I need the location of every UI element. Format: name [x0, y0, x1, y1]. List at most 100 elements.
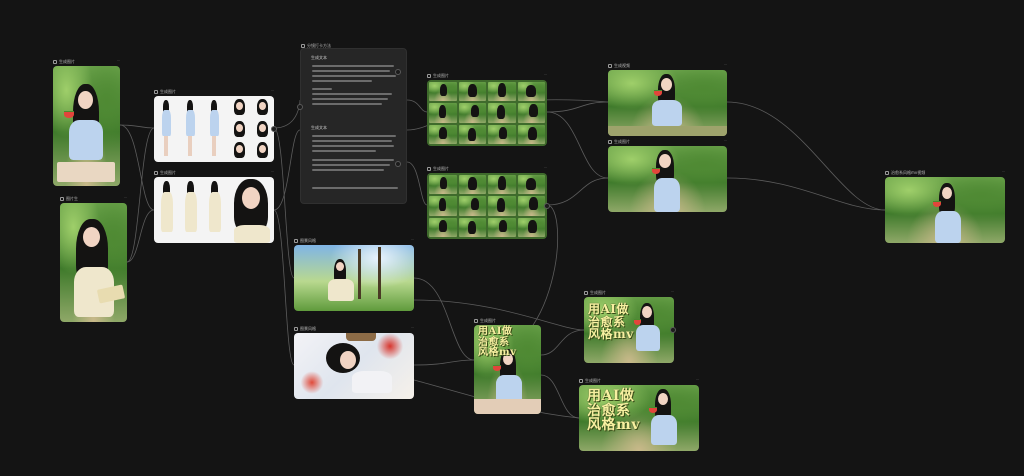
video-node-icon — [885, 171, 889, 175]
workflow-canvas[interactable]: 生成图片 ··· 图片生 ··· 生成图片 ··· 生成图片 ··· 分镜打卡方… — [0, 0, 1024, 476]
image-node-icon — [427, 167, 431, 171]
output-port[interactable] — [395, 161, 401, 167]
image-thumbnail[interactable] — [427, 80, 547, 146]
wire — [273, 99, 301, 129]
node-meta: ··· — [695, 378, 699, 382]
image-node-icon — [474, 319, 478, 323]
node-meta: ··· — [723, 139, 727, 143]
node-meta: ··· — [116, 59, 120, 63]
output-port[interactable] — [544, 203, 550, 209]
video-thumbnail[interactable] — [885, 177, 1005, 243]
text-line — [312, 169, 384, 171]
node-label: 生成图片 — [590, 290, 606, 295]
text-line — [312, 65, 394, 67]
text-line — [312, 98, 388, 100]
node-storyboard-note[interactable]: 分镜打卡方法 生成文本 生成文本 — [297, 43, 407, 204]
node-final-video[interactable]: 治愈系风格mv视频 ··· — [885, 170, 1005, 243]
node-label: 分镜打卡方法 — [307, 43, 331, 48]
wire — [413, 359, 475, 366]
wire — [540, 329, 585, 356]
node-label: 生成图片 — [614, 139, 630, 144]
node-label: 生成图片 — [433, 166, 449, 171]
wire — [546, 177, 609, 206]
image-node-icon — [53, 60, 57, 64]
image-thumbnail[interactable] — [154, 177, 274, 243]
node-meta: ··· — [123, 196, 127, 200]
image-thumbnail[interactable] — [294, 333, 414, 399]
node-meta: ··· — [270, 170, 274, 174]
image-node-icon — [294, 327, 298, 331]
wire — [726, 177, 886, 211]
node-grid-1[interactable]: 生成图片 ··· — [427, 73, 547, 146]
text-line — [312, 70, 390, 72]
node-still-2[interactable]: 生成图片 ··· — [608, 139, 727, 212]
node-label: 生成图片 — [160, 170, 176, 175]
node-label: 生成视频 — [614, 63, 630, 68]
node-meta: ··· — [1001, 170, 1005, 174]
wire — [406, 99, 428, 113]
image-thumbnail[interactable] — [608, 70, 727, 136]
node-label: 图景风格 — [300, 238, 316, 243]
output-port[interactable] — [395, 69, 401, 75]
node-still-1[interactable]: 生成视频 ··· — [608, 63, 727, 136]
node-label: 生成图片 — [480, 318, 496, 323]
output-port[interactable] — [670, 327, 676, 333]
node-meta: ··· — [670, 290, 674, 294]
video-node-icon — [608, 64, 612, 68]
node-label: 图景风格 — [300, 326, 316, 331]
wire — [540, 374, 580, 419]
node-meta: ··· — [270, 89, 274, 93]
text-line — [312, 140, 392, 142]
image-node-icon — [584, 291, 588, 295]
node-character-sheet-2[interactable]: 生成图片 ··· — [154, 170, 274, 243]
poster-title: 用AI做 治愈系 风格mv — [588, 302, 634, 342]
node-character-sheet-1[interactable]: 生成图片 ··· — [154, 89, 277, 162]
wire — [273, 129, 301, 211]
node-scene-2[interactable]: 图景风格 ··· — [294, 326, 414, 399]
node-label: 生成图片 — [433, 73, 449, 78]
image-node-icon — [427, 74, 431, 78]
wire — [413, 277, 475, 361]
node-label: 生成图片 — [59, 59, 75, 64]
node-poster-tall[interactable]: 生成图片 用AI做 治愈系 风格mv — [474, 318, 541, 414]
image-thumbnail[interactable] — [294, 245, 414, 311]
section-title: 生成文本 — [311, 55, 327, 60]
image-node-icon — [60, 197, 64, 201]
node-meta: ··· — [410, 326, 414, 330]
node-reference-image[interactable]: 图片生 ··· — [60, 196, 127, 322]
image-thumbnail[interactable] — [154, 96, 274, 162]
image-thumbnail[interactable] — [53, 66, 120, 186]
wire — [126, 127, 155, 263]
node-poster-wide[interactable]: 生成图片 ··· 用AI做 治愈系 风格mv — [579, 378, 699, 451]
image-thumbnail[interactable] — [608, 146, 727, 212]
node-label: 生成图片 — [585, 378, 601, 383]
text-line — [312, 159, 394, 161]
node-label: 治愈系风格mv视频 — [891, 170, 926, 175]
wire — [406, 161, 428, 206]
node-meta: ··· — [543, 73, 547, 77]
text-line — [312, 135, 396, 137]
text-line — [312, 150, 376, 152]
input-port[interactable] — [297, 104, 303, 110]
output-port[interactable] — [271, 126, 277, 132]
image-node-icon — [154, 90, 158, 94]
image-thumbnail[interactable]: 用AI做 治愈系 风格mv — [474, 325, 541, 414]
image-thumbnail[interactable]: 用AI做 治愈系 风格mv — [584, 297, 674, 363]
wire — [126, 209, 155, 263]
image-node-icon — [154, 171, 158, 175]
text-line — [312, 145, 394, 147]
text-line — [312, 75, 396, 77]
node-meta: ··· — [543, 166, 547, 170]
node-label: 图片生 — [66, 196, 78, 201]
image-thumbnail[interactable] — [427, 173, 547, 239]
image-thumbnail[interactable]: 用AI做 治愈系 风格mv — [579, 385, 699, 451]
node-grid-2[interactable]: 生成图片 ··· — [427, 166, 550, 239]
text-line — [312, 103, 382, 105]
note-node-icon — [301, 44, 305, 48]
node-scene-1[interactable]: 图景风格 ··· — [294, 238, 414, 311]
section-title: 生成文本 — [311, 125, 327, 130]
node-poster-mid[interactable]: 生成图片 ··· 用AI做 治愈系 风格mv — [584, 290, 676, 363]
image-thumbnail[interactable] — [60, 203, 127, 322]
wire — [546, 111, 609, 179]
node-source-image[interactable]: 生成图片 ··· — [53, 59, 120, 186]
